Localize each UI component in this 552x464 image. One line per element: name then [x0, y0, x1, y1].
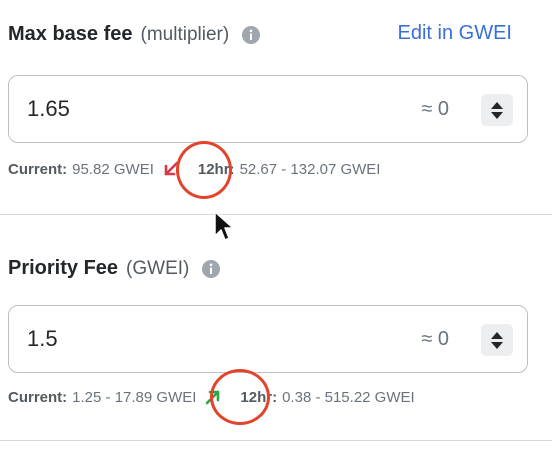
current-value: 1.25 - 17.89 GWEI [72, 388, 197, 406]
priority-fee-value[interactable]: 1.5 [27, 326, 58, 352]
max-base-fee-value[interactable]: 1.65 [27, 96, 70, 122]
range-value: 0.38 - 515.22 GWEI [282, 388, 415, 406]
max-base-fee-section: Max base fee (multiplier) Edit in GWEI 1… [0, 0, 552, 214]
max-base-fee-subtitle: (multiplier) [140, 23, 230, 45]
edit-in-gwei-link[interactable]: Edit in GWEI [398, 22, 512, 45]
priority-fee-input[interactable]: 1.5 ≈ 0 [8, 305, 528, 373]
mouse-cursor-icon [214, 211, 234, 241]
stepper-up-icon[interactable] [491, 331, 503, 339]
max-base-fee-approx: ≈ 0 [421, 98, 449, 120]
annotation-circle-up [210, 369, 270, 425]
max-base-fee-input[interactable]: 1.65 ≈ 0 [8, 75, 528, 143]
priority-fee-approx: ≈ 0 [421, 328, 449, 350]
annotation-circle-down [176, 141, 232, 199]
stepper-up-icon[interactable] [491, 101, 503, 109]
max-base-fee-label-row: Max base fee (multiplier) [8, 23, 261, 46]
stepper-down-icon[interactable] [491, 111, 503, 119]
priority-fee-section: Priority Fee (GWEI) 1.5 ≈ 0 Current: 1.2… [0, 214, 552, 440]
stepper-down-icon[interactable] [491, 341, 503, 349]
max-base-fee-title: Max base fee [8, 23, 133, 45]
priority-fee-subtitle: (GWEI) [126, 257, 190, 279]
info-icon[interactable] [241, 25, 261, 45]
bottom-divider-section [0, 440, 552, 464]
priority-fee-label-row: Priority Fee (GWEI) [8, 257, 221, 280]
range-value: 52.67 - 132.07 GWEI [239, 160, 381, 178]
priority-fee-title: Priority Fee [8, 257, 119, 279]
current-label: Current: [8, 388, 68, 406]
max-base-fee-stepper[interactable] [481, 94, 513, 126]
current-label: Current: [8, 160, 68, 178]
priority-fee-stepper[interactable] [481, 324, 513, 356]
current-value: 95.82 GWEI [72, 160, 154, 178]
info-icon[interactable] [201, 259, 221, 279]
